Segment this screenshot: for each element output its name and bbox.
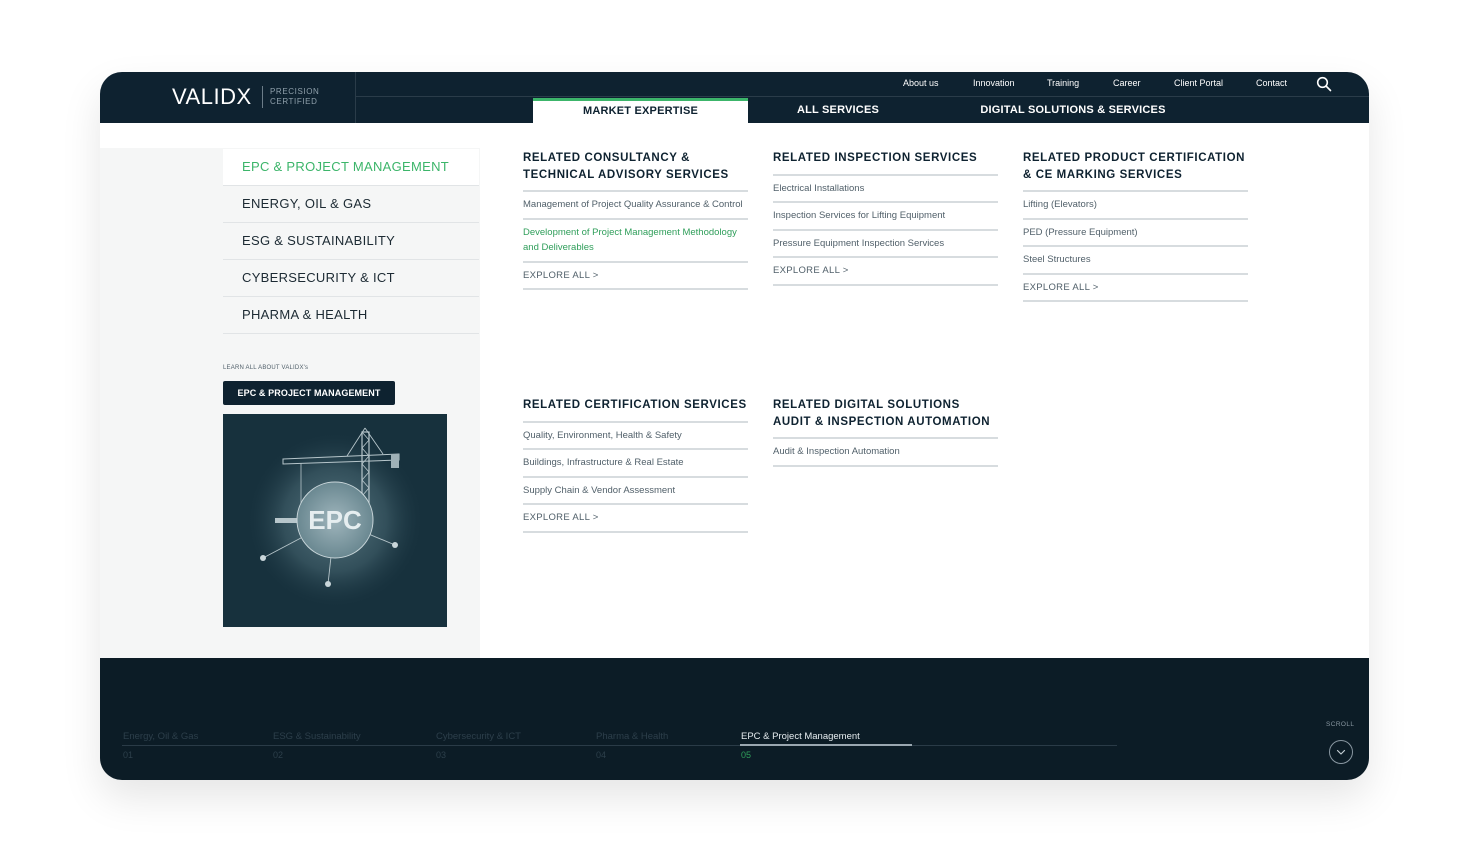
explore-all-link[interactable]: EXPLORE ALL > xyxy=(773,258,998,286)
slide-tab-epc[interactable]: EPC & Project Management xyxy=(741,731,860,742)
slide-tab-esg[interactable]: ESG & Sustainability xyxy=(273,731,361,742)
column-consultancy: RELATED CONSULTANCY & TECHNICAL ADVISORY… xyxy=(523,150,748,290)
slide-tab-cybersecurity[interactable]: Cybersecurity & ICT xyxy=(436,731,521,742)
slide-number: 04 xyxy=(596,750,607,760)
service-link[interactable]: Audit & Inspection Automation xyxy=(773,439,998,467)
learn-more-button[interactable]: EPC & PROJECT MANAGEMENT xyxy=(223,381,395,405)
tagline-line1: PRECISION xyxy=(270,87,320,96)
epc-illustration[interactable]: EPC xyxy=(223,414,447,627)
slide-tab-pharma[interactable]: Pharma & Health xyxy=(596,731,668,742)
market-list: EPC & PROJECT MANAGEMENT ENERGY, OIL & G… xyxy=(223,149,479,334)
tagline-line2: CERTIFIED xyxy=(270,97,318,106)
market-item-cybersecurity[interactable]: CYBERSECURITY & ICT xyxy=(223,260,479,297)
service-link[interactable]: Electrical Installations xyxy=(773,176,998,203)
nav-link-innovation[interactable]: Innovation xyxy=(973,78,1015,88)
search-icon[interactable] xyxy=(1316,76,1332,92)
slide-number: 01 xyxy=(123,750,134,760)
column-inspection: RELATED INSPECTION SERVICES Electrical I… xyxy=(773,150,998,286)
tab-market-expertise[interactable]: MARKET EXPERTISE xyxy=(533,98,748,123)
service-link[interactable]: Inspection Services for Lifting Equipmen… xyxy=(773,203,998,231)
slider-footer: Energy, Oil & Gas 01 ESG & Sustainabilit… xyxy=(100,658,1369,780)
service-link[interactable]: Buildings, Infrastructure & Real Estate xyxy=(523,450,748,478)
service-link[interactable]: Quality, Environment, Health & Safety xyxy=(523,423,748,450)
column-product-certification: RELATED PRODUCT CERTIFICATION & CE MARKI… xyxy=(1023,150,1248,302)
learn-label: LEARN ALL ABOUT VALIDX's xyxy=(223,365,309,371)
browser-frame: VALIDX PRECISION CERTIFIED About us Inno… xyxy=(100,72,1369,780)
explore-all-link[interactable]: EXPLORE ALL > xyxy=(523,263,748,290)
column-title: RELATED CONSULTANCY & TECHNICAL ADVISORY… xyxy=(523,150,748,192)
service-link[interactable]: Management of Project Quality Assurance … xyxy=(523,192,748,220)
column-title: RELATED INSPECTION SERVICES xyxy=(773,150,998,176)
column-title: RELATED CERTIFICATION SERVICES xyxy=(523,397,748,423)
slide-tab-energy[interactable]: Energy, Oil & Gas xyxy=(123,731,198,742)
market-item-esg[interactable]: ESG & SUSTAINABILITY xyxy=(223,223,479,260)
main-tabs: MARKET EXPERTISE ALL SERVICES DIGITAL SO… xyxy=(356,98,1369,123)
service-link-active[interactable]: Development of Project Management Method… xyxy=(523,220,748,263)
nav-link-about[interactable]: About us xyxy=(903,78,939,88)
slider-active-indicator xyxy=(740,744,912,746)
column-certification: RELATED CERTIFICATION SERVICES Quality, … xyxy=(523,397,748,533)
explore-all-link[interactable]: EXPLORE ALL > xyxy=(523,505,748,533)
tab-digital-solutions[interactable]: DIGITAL SOLUTIONS & SERVICES xyxy=(956,98,1190,123)
site-header: VALIDX PRECISION CERTIFIED About us Inno… xyxy=(100,72,1369,123)
slide-number: 02 xyxy=(273,750,284,760)
service-link[interactable]: PED (Pressure Equipment) xyxy=(1023,220,1248,247)
slide-number-active: 05 xyxy=(741,750,752,760)
service-link[interactable]: Lifting (Elevators) xyxy=(1023,192,1248,220)
market-item-pharma[interactable]: PHARMA & HEALTH xyxy=(223,297,479,334)
nav-link-training[interactable]: Training xyxy=(1047,78,1079,88)
column-digital-solutions: RELATED DIGITAL SOLUTIONS AUDIT & INSPEC… xyxy=(773,397,998,467)
nav-link-contact[interactable]: Contact xyxy=(1256,78,1287,88)
scroll-label: SCROLL xyxy=(1326,721,1355,728)
tagline: PRECISION CERTIFIED xyxy=(270,87,319,107)
service-link[interactable]: Steel Structures xyxy=(1023,247,1248,275)
top-links-bar: About us Innovation Training Career Clie… xyxy=(356,72,1369,97)
logo-divider xyxy=(262,86,263,108)
service-link[interactable]: Supply Chain & Vendor Assessment xyxy=(523,478,748,505)
logo-text: VALIDX xyxy=(172,84,252,109)
column-title: RELATED DIGITAL SOLUTIONS AUDIT & INSPEC… xyxy=(773,397,998,439)
logo[interactable]: VALIDX xyxy=(172,84,252,110)
chevron-down-icon xyxy=(1336,749,1346,755)
nav-link-career[interactable]: Career xyxy=(1113,78,1141,88)
market-item-epc[interactable]: EPC & PROJECT MANAGEMENT xyxy=(223,149,479,186)
market-item-energy[interactable]: ENERGY, OIL & GAS xyxy=(223,186,479,223)
scroll-button[interactable] xyxy=(1329,740,1353,764)
nav-link-client-portal[interactable]: Client Portal xyxy=(1174,78,1223,88)
epc-illustration-label: EPC xyxy=(308,505,362,535)
logo-area[interactable]: VALIDX PRECISION CERTIFIED xyxy=(100,72,356,123)
explore-all-link[interactable]: EXPLORE ALL > xyxy=(1023,275,1248,302)
epc-illustration-graphic: EPC xyxy=(223,414,447,627)
tab-all-services[interactable]: ALL SERVICES xyxy=(748,98,928,123)
service-link[interactable]: Pressure Equipment Inspection Services xyxy=(773,231,998,258)
slide-number: 03 xyxy=(436,750,447,760)
slider-track xyxy=(122,745,1117,746)
column-title: RELATED PRODUCT CERTIFICATION & CE MARKI… xyxy=(1023,150,1248,192)
